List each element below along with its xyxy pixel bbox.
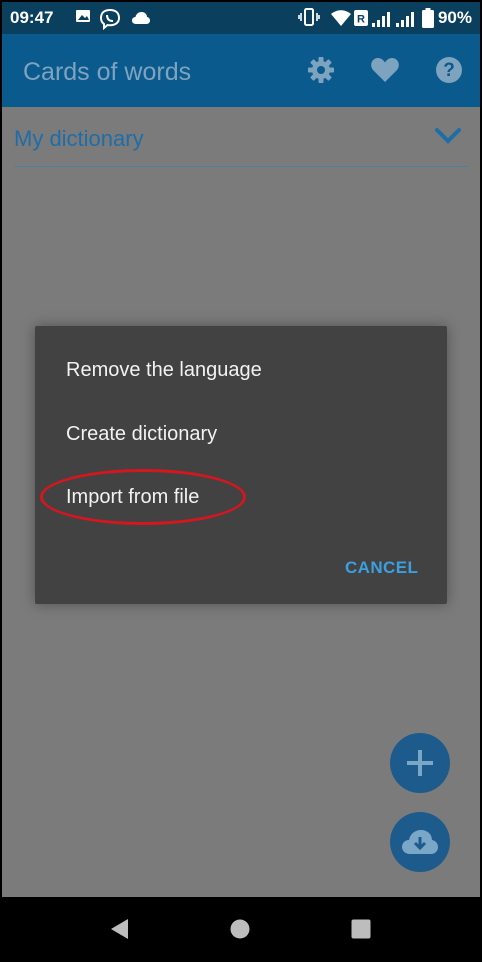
back-icon[interactable] <box>108 917 130 946</box>
status-bar: 09:47 R 90% <box>2 2 480 34</box>
settings-icon[interactable] <box>305 54 337 86</box>
chevron-down-icon[interactable] <box>434 127 462 150</box>
signal-icon <box>372 11 392 32</box>
battery-percentage: 90% <box>437 8 472 27</box>
cancel-button[interactable]: CANCEL <box>345 558 418 578</box>
app-bar: Cards of words ? <box>2 34 480 107</box>
svg-text:?: ? <box>443 60 455 81</box>
dictionary-label: My dictionary <box>14 126 144 151</box>
dictionary-selector[interactable]: My dictionary <box>14 121 468 167</box>
options-dialog: Remove the language Create dictionary Im… <box>35 326 447 604</box>
add-icon <box>404 747 436 784</box>
help-icon[interactable]: ? <box>433 54 465 86</box>
phone-frame: 09:47 R 90% Cards of words ? My dictiona… <box>0 0 482 962</box>
recents-icon[interactable] <box>351 919 371 944</box>
add-button[interactable] <box>390 733 450 793</box>
viber-icon <box>99 8 121 35</box>
svg-text:R: R <box>357 14 365 26</box>
cloud-download-button[interactable] <box>390 812 450 872</box>
create-dictionary-item[interactable]: Create dictionary <box>66 423 217 446</box>
status-time: 09:47 <box>10 8 54 27</box>
vibrate-icon <box>298 8 320 31</box>
home-icon[interactable] <box>230 919 250 944</box>
image-icon <box>75 8 91 29</box>
signal-icon <box>396 11 416 32</box>
cloud-download-icon <box>402 828 438 861</box>
heart-icon[interactable] <box>369 54 401 86</box>
wifi-icon <box>331 10 351 31</box>
navigation-bar <box>0 897 482 962</box>
app-title: Cards of words <box>23 58 192 86</box>
sim-r-icon: R <box>354 10 368 31</box>
remove-language-item[interactable]: Remove the language <box>66 359 262 382</box>
highlight-annotation <box>40 469 246 525</box>
battery-icon <box>422 8 434 33</box>
cloud-icon <box>132 11 150 29</box>
